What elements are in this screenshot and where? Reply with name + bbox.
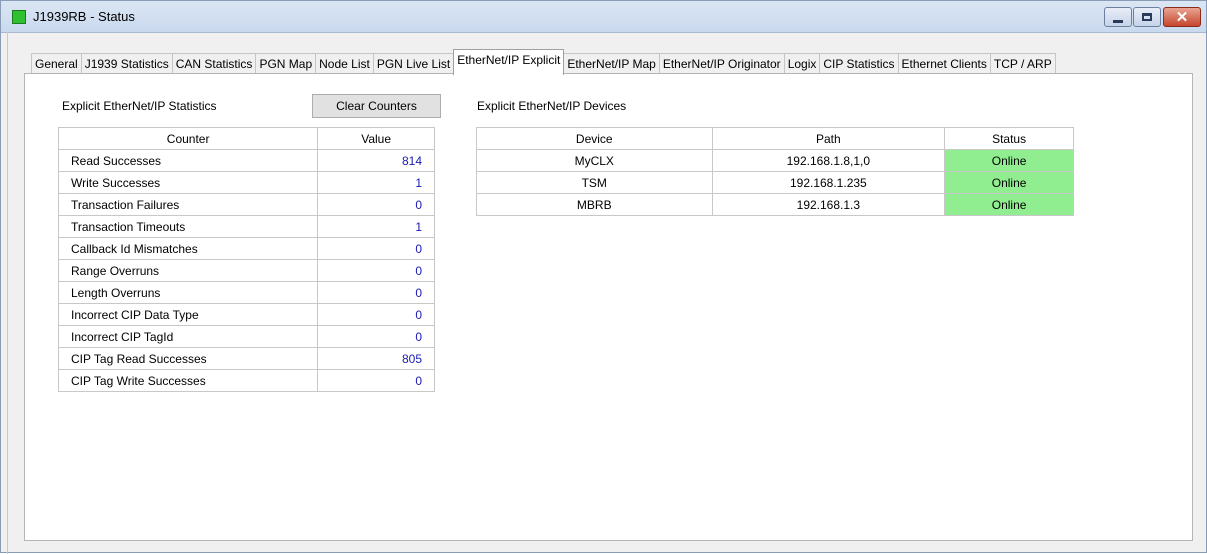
tab-strip: General J1939 Statistics CAN Statistics PGN… [31, 49, 1056, 75]
counter-name: Read Successes [57, 149, 319, 172]
device-path: 192.168.1.235 [711, 171, 946, 194]
tab-can-statistics[interactable]: CAN Statistics [171, 53, 257, 75]
tab-pgn-map[interactable]: PGN Map [255, 53, 317, 75]
maximize-icon [1142, 13, 1152, 21]
device-name: TSM [476, 171, 713, 194]
devices-table: Device Path Status MyCLX 192.168.1.8,1,0 O… [476, 127, 1074, 216]
tab-ethernet-ip-explicit[interactable]: EtherNet/IP Explicit [453, 49, 565, 75]
counter-name: CIP Tag Read Successes [57, 347, 319, 370]
tab-ethernet-ip-map[interactable]: EtherNet/IP Map [563, 53, 660, 75]
tab-panel-ethernetip-explicit: Explicit EtherNet/IP Statistics Clear Co… [24, 73, 1193, 541]
column-header-device[interactable]: Device [476, 127, 713, 150]
app-status-icon [12, 10, 26, 24]
column-header-counter[interactable]: Counter [57, 127, 319, 150]
counter-value: 1 [317, 215, 435, 238]
clear-counters-button[interactable]: Clear Counters [312, 94, 441, 118]
minimize-icon [1113, 19, 1123, 23]
counter-value: 0 [317, 193, 435, 216]
device-name: MyCLX [476, 149, 713, 172]
title-bar[interactable]: J1939RB - Status ✕ [1, 1, 1206, 33]
device-name: MBRB [476, 193, 713, 216]
counter-row[interactable]: Transaction Timeouts 1 [57, 215, 435, 238]
column-header-status[interactable]: Status [944, 127, 1074, 150]
counter-row[interactable]: Incorrect CIP TagId 0 [57, 325, 435, 348]
counter-value: 0 [317, 303, 435, 326]
counter-value: 805 [317, 347, 435, 370]
counter-name: Range Overruns [57, 259, 319, 282]
maximize-button[interactable] [1133, 7, 1161, 27]
counter-row[interactable]: Range Overruns 0 [57, 259, 435, 282]
counter-value: 0 [317, 237, 435, 260]
counter-name: Incorrect CIP TagId [57, 325, 319, 348]
column-header-value[interactable]: Value [317, 127, 435, 150]
counter-row[interactable]: CIP Tag Write Successes 0 [57, 369, 435, 392]
column-header-path[interactable]: Path [711, 127, 946, 150]
counter-name: Incorrect CIP Data Type [57, 303, 319, 326]
tab-cip-statistics[interactable]: CIP Statistics [819, 53, 899, 75]
counter-row[interactable]: Write Successes 1 [57, 171, 435, 194]
counter-value: 0 [317, 369, 435, 392]
device-status: Online [944, 149, 1074, 172]
tab-pgn-live-list[interactable]: PGN Live List [372, 53, 455, 75]
close-button[interactable]: ✕ [1163, 7, 1201, 27]
counter-row[interactable]: Read Successes 814 [57, 149, 435, 172]
close-icon: ✕ [1175, 8, 1189, 26]
device-path: 192.168.1.8,1,0 [711, 149, 946, 172]
device-status: Online [944, 171, 1074, 194]
counter-value: 0 [317, 259, 435, 282]
tab-general[interactable]: General [31, 53, 82, 75]
device-row[interactable]: MyCLX 192.168.1.8,1,0 Online [476, 149, 1074, 172]
device-row[interactable]: TSM 192.168.1.235 Online [476, 171, 1074, 194]
counter-row[interactable]: Callback Id Mismatches 0 [57, 237, 435, 260]
tab-node-list[interactable]: Node List [315, 53, 374, 75]
tab-logix[interactable]: Logix [783, 53, 821, 75]
counter-value: 1 [317, 171, 435, 194]
window-left-border [7, 32, 8, 554]
counter-name: Write Successes [57, 171, 319, 194]
counters-header-row: Counter Value [57, 127, 435, 150]
counter-value: 0 [317, 325, 435, 348]
counters-table: Counter Value Read Successes 814 Write Suc… [57, 127, 435, 392]
device-path: 192.168.1.3 [711, 193, 946, 216]
minimize-button[interactable] [1104, 7, 1132, 27]
counter-name: Callback Id Mismatches [57, 237, 319, 260]
counter-name: Transaction Failures [57, 193, 319, 216]
devices-heading: Explicit EtherNet/IP Devices [477, 99, 627, 113]
counter-name: CIP Tag Write Successes [57, 369, 319, 392]
counter-row[interactable]: Length Overruns 0 [57, 281, 435, 304]
status-window: J1939RB - Status ✕ General J1939 Statisti… [0, 0, 1207, 554]
counter-value: 0 [317, 281, 435, 304]
window-title: J1939RB - Status [33, 9, 135, 24]
tab-tcp-arp[interactable]: TCP / ARP [989, 53, 1056, 75]
tab-j1939-statistics[interactable]: J1939 Statistics [80, 53, 173, 75]
counter-name: Length Overruns [57, 281, 319, 304]
counter-row[interactable]: Incorrect CIP Data Type 0 [57, 303, 435, 326]
stats-heading: Explicit EtherNet/IP Statistics [62, 99, 217, 113]
device-row[interactable]: MBRB 192.168.1.3 Online [476, 193, 1074, 216]
tab-ethernet-clients[interactable]: Ethernet Clients [897, 53, 991, 75]
counter-row[interactable]: CIP Tag Read Successes 805 [57, 347, 435, 370]
counter-name: Transaction Timeouts [57, 215, 319, 238]
counter-row[interactable]: Transaction Failures 0 [57, 193, 435, 216]
tab-ethernet-ip-originator[interactable]: EtherNet/IP Originator [658, 53, 785, 75]
device-status: Online [944, 193, 1074, 216]
devices-header-row: Device Path Status [476, 127, 1074, 150]
counter-value: 814 [317, 149, 435, 172]
